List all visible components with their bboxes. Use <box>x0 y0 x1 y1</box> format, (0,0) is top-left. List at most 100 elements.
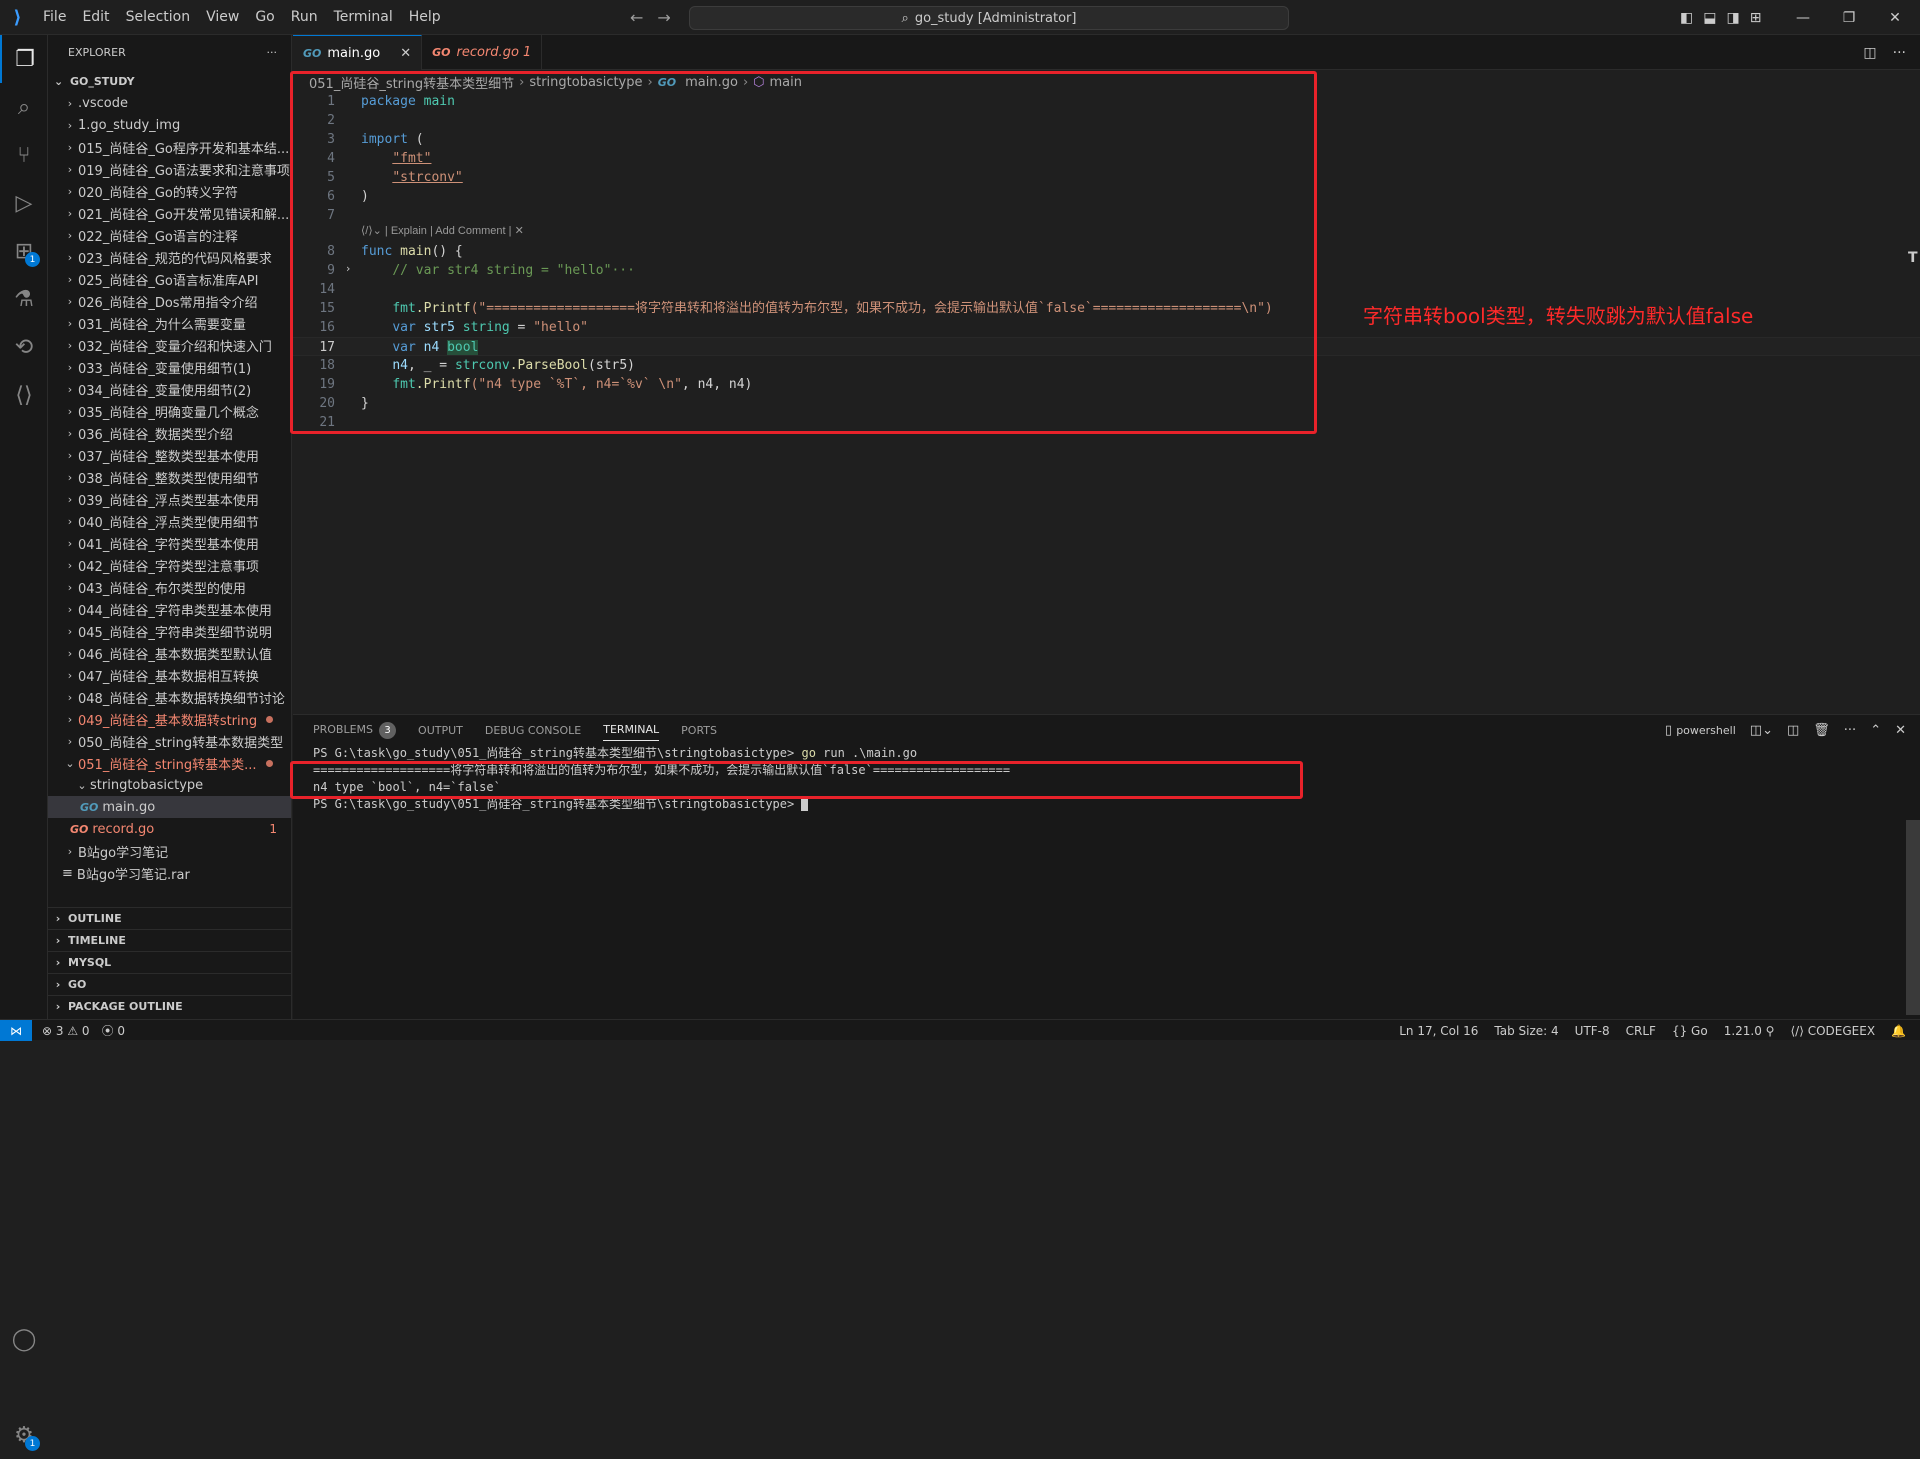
forward-arrow-icon[interactable]: → <box>657 8 670 27</box>
tree-folder[interactable]: › 044_尚硅谷_字符串类型基本使用 <box>48 598 291 620</box>
tree-folder[interactable]: › 032_尚硅谷_变量介绍和快速入门 <box>48 334 291 356</box>
tree-folder[interactable]: › 036_尚硅谷_数据类型介绍 <box>48 422 291 444</box>
tree-folder[interactable]: › 047_尚硅谷_基本数据相互转换 <box>48 664 291 686</box>
account-icon[interactable]: ◯ <box>0 1315 48 1363</box>
code-editor[interactable]: 1 package main 2 3 import ( 4 "fmt" 5 "str… <box>293 92 1920 712</box>
remote-explorer-icon[interactable]: ⟲ <box>0 323 48 371</box>
tree-folder[interactable]: › 048_尚硅谷_基本数据转换细节讨论 <box>48 686 291 708</box>
tree-folder[interactable]: › 038_尚硅谷_整数类型使用细节 <box>48 466 291 488</box>
tree-folder[interactable]: › 043_尚硅谷_布尔类型的使用 <box>48 576 291 598</box>
menu-view[interactable]: View <box>198 0 247 35</box>
tab-output[interactable]: OUTPUT <box>418 724 463 737</box>
command-center[interactable]: ⌕ go_study [Administrator] <box>689 6 1289 30</box>
workspace-root[interactable]: ⌄ GO_STUDY <box>48 70 291 92</box>
codelens[interactable]: ⟨/⟩⌄ | Explain | Add Comment | ✕ <box>361 224 524 237</box>
maximize-panel-icon[interactable]: ⌃ <box>1870 723 1881 738</box>
run-debug-icon[interactable]: ▷ <box>0 179 48 227</box>
split-terminal-icon[interactable]: ◫ <box>1787 723 1799 738</box>
tree-folder[interactable]: › 042_尚硅谷_字符类型注意事项 <box>48 554 291 576</box>
more-actions-icon[interactable]: ··· <box>1844 723 1856 738</box>
tree-file-record-go[interactable]: GO record.go 1 <box>48 818 291 840</box>
tab-size[interactable]: Tab Size: 4 <box>1494 1024 1558 1038</box>
more-actions-icon[interactable]: ··· <box>1893 45 1906 61</box>
encoding[interactable]: UTF-8 <box>1575 1024 1610 1038</box>
close-window-icon[interactable]: ✕ <box>1872 10 1918 26</box>
menu-edit[interactable]: Edit <box>74 0 117 35</box>
remote-indicator-icon[interactable]: ⋈ <box>0 1020 32 1041</box>
menu-go[interactable]: Go <box>247 0 282 35</box>
breadcrumb-folder[interactable]: 051_尚硅谷_string转基本类型细节 <box>309 73 514 92</box>
terminal-output[interactable]: PS G:\task\go_study\051_尚硅谷_string转基本类型细… <box>313 745 1873 813</box>
tab-terminal[interactable]: TERMINAL <box>603 723 660 741</box>
menu-terminal[interactable]: Terminal <box>326 0 401 35</box>
language-mode[interactable]: {} Go <box>1672 1024 1708 1038</box>
menu-run[interactable]: Run <box>283 0 326 35</box>
tree-folder[interactable]: › 020_尚硅谷_Go的转义字符 <box>48 180 291 202</box>
tab-ports[interactable]: PORTS <box>681 724 717 737</box>
tree-folder[interactable]: › 026_尚硅谷_Dos常用指令介绍 <box>48 290 291 312</box>
tree-folder[interactable]: › 037_尚硅谷_整数类型基本使用 <box>48 444 291 466</box>
menu-file[interactable]: File <box>35 0 74 35</box>
tree-folder[interactable]: › 050_尚硅谷_string转基本数据类型 <box>48 730 291 752</box>
go-section[interactable]: › GO <box>48 973 291 995</box>
breadcrumb-subfolder[interactable]: stringtobasictype <box>529 75 642 90</box>
tree-folder-stringtobasictype[interactable]: ⌄ stringtobasictype <box>48 774 291 796</box>
tree-folder[interactable]: › 040_尚硅谷_浮点类型使用细节 <box>48 510 291 532</box>
split-editor-icon[interactable]: ◫ <box>1863 45 1876 61</box>
codelens-actions[interactable]: | Explain | Add Comment | <box>385 225 512 237</box>
tree-folder[interactable]: › 022_尚硅谷_Go语言的注释 <box>48 224 291 246</box>
source-control-icon[interactable]: ⑂ <box>0 131 48 179</box>
tree-folder[interactable]: › 025_尚硅谷_Go语言标准库API <box>48 268 291 290</box>
explorer-icon[interactable]: ❐ <box>0 35 48 83</box>
cursor-position[interactable]: Ln 17, Col 16 <box>1399 1024 1478 1038</box>
menu-selection[interactable]: Selection <box>118 0 199 35</box>
tab-record-go[interactable]: GO record.go 1 <box>422 35 543 70</box>
mysql-section[interactable]: › MYSQL <box>48 951 291 973</box>
tree-folder[interactable]: › 015_尚硅谷_Go程序开发和基本结... <box>48 136 291 158</box>
tree-folder[interactable]: › .vscode <box>48 92 291 114</box>
toggle-panel-icon[interactable]: ⬓ <box>1703 10 1716 26</box>
tree-folder[interactable]: › 045_尚硅谷_字符串类型细节说明 <box>48 620 291 642</box>
notifications-bell-icon[interactable]: 🔔 <box>1891 1024 1906 1038</box>
tree-folder[interactable]: › 019_尚硅谷_Go语法要求和注意事项 <box>48 158 291 180</box>
tab-debug-console[interactable]: DEBUG CONSOLE <box>485 724 581 737</box>
terminal-scrollbar[interactable] <box>1906 820 1920 1015</box>
tree-folder-bili[interactable]: › B站go学习笔记 <box>48 840 291 862</box>
line-ending[interactable]: CRLF <box>1626 1024 1656 1038</box>
tree-folder[interactable]: › 039_尚硅谷_浮点类型基本使用 <box>48 488 291 510</box>
terminal-shell-selector[interactable]: ▯ powershell <box>1665 723 1736 738</box>
tree-file-main-go[interactable]: GO main.go <box>48 796 291 818</box>
tree-folder[interactable]: › 1.go_study_img <box>48 114 291 136</box>
codegeex-lens-icon[interactable]: ⟨/⟩⌄ <box>361 225 382 237</box>
tree-folder[interactable]: › 033_尚硅谷_变量使用细节(1) <box>48 356 291 378</box>
tab-problems[interactable]: PROBLEMS 3 <box>313 721 397 739</box>
restore-icon[interactable]: ❐ <box>1826 10 1872 26</box>
close-icon[interactable]: ✕ <box>515 225 524 237</box>
tree-folder[interactable]: ⌄ 051_尚硅谷_string转基本类... <box>48 752 291 774</box>
tree-file-rar[interactable]: ≡ B站go学习笔记.rar <box>48 862 291 884</box>
tree-folder[interactable]: › 049_尚硅谷_基本数据转string <box>48 708 291 730</box>
settings-gear-icon[interactable]: ⚙ 1 <box>0 1411 48 1459</box>
ports-status[interactable]: ⦿ 0 <box>102 1022 125 1039</box>
breadcrumb-symbol[interactable]: main <box>770 75 802 90</box>
toggle-sidebar-icon[interactable]: ◧ <box>1680 10 1693 26</box>
tree-folder[interactable]: › 046_尚硅谷_基本数据类型默认值 <box>48 642 291 664</box>
customize-layout-icon[interactable]: ⊞ <box>1750 10 1762 26</box>
tree-folder[interactable]: › 023_尚硅谷_规范的代码风格要求 <box>48 246 291 268</box>
timeline-section[interactable]: › TIMELINE <box>48 929 291 951</box>
tree-folder[interactable]: › 021_尚硅谷_Go开发常见错误和解... <box>48 202 291 224</box>
breadcrumb-file[interactable]: main.go <box>685 75 738 90</box>
testing-icon[interactable]: ⚗ <box>0 275 48 323</box>
tree-folder[interactable]: › 041_尚硅谷_字符类型基本使用 <box>48 532 291 554</box>
menu-help[interactable]: Help <box>401 0 449 35</box>
tab-main-go[interactable]: GO main.go ✕ <box>293 35 423 70</box>
close-icon[interactable]: ✕ <box>400 46 411 61</box>
tree-folder[interactable]: › 034_尚硅谷_变量使用细节(2) <box>48 378 291 400</box>
outline-section[interactable]: › OUTLINE <box>48 907 291 929</box>
problems-status[interactable]: ⊗ 3 ⚠ 0 <box>42 1024 90 1038</box>
tree-folder[interactable]: › 031_尚硅谷_为什么需要变量 <box>48 312 291 334</box>
go-version[interactable]: 1.21.0 ⚲ <box>1724 1024 1775 1038</box>
new-terminal-dropdown-icon[interactable]: ◫⌄ <box>1750 723 1773 738</box>
fold-chevron-icon[interactable]: › <box>346 262 350 275</box>
package-outline-section[interactable]: › PACKAGE OUTLINE <box>48 995 291 1017</box>
